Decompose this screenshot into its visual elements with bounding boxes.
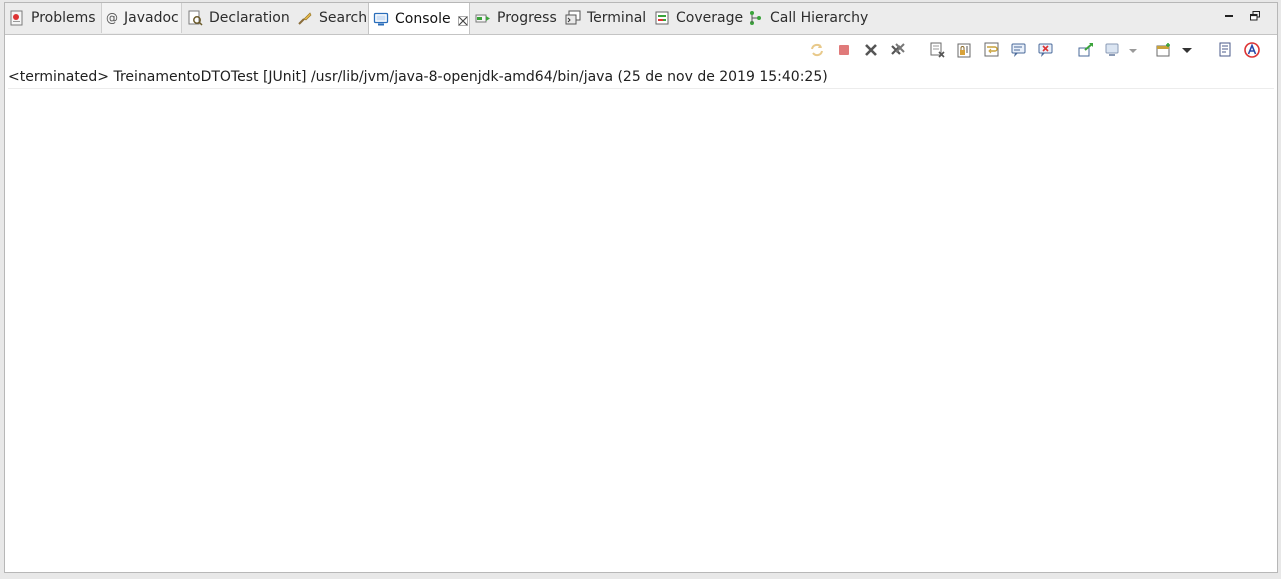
- chevron-down-icon[interactable]: [1181, 41, 1193, 59]
- show-on-stdout-icon[interactable]: [1010, 41, 1028, 59]
- relaunch-icon[interactable]: [808, 41, 826, 59]
- chevron-down-icon[interactable]: [1127, 41, 1139, 59]
- open-console-icon[interactable]: [1155, 41, 1173, 59]
- console-icon: [373, 11, 389, 27]
- pin-console-icon[interactable]: [1077, 41, 1095, 59]
- view-window-controls: [1223, 10, 1261, 22]
- progress-icon: [475, 10, 491, 26]
- view-tab-bar: Problems @ Javadoc Declaration Search Co…: [5, 3, 1277, 35]
- tab-label: Declaration: [209, 10, 290, 26]
- tab-progress[interactable]: Progress: [471, 3, 559, 33]
- call-hierarchy-icon: [748, 10, 764, 26]
- scroll-lock-icon[interactable]: [956, 41, 974, 59]
- tab-terminal[interactable]: Terminal: [561, 3, 651, 33]
- terminal-icon: [565, 10, 581, 26]
- minimize-icon[interactable]: [1223, 10, 1235, 22]
- terminate-icon[interactable]: [835, 41, 853, 59]
- close-icon[interactable]: [457, 14, 468, 26]
- assist-icon[interactable]: [1243, 41, 1261, 59]
- search-icon: [297, 10, 313, 26]
- display-selected-console-icon[interactable]: [1104, 41, 1122, 59]
- tab-label: Search: [319, 10, 368, 26]
- tab-coverage[interactable]: Coverage: [650, 3, 745, 33]
- console-toolbar: [5, 41, 1277, 63]
- javadoc-icon: @: [106, 11, 118, 25]
- coverage-icon: [654, 10, 670, 26]
- tab-label: Coverage: [676, 10, 744, 26]
- tab-label: Console: [395, 10, 451, 27]
- word-wrap-icon[interactable]: [983, 41, 1001, 59]
- show-on-stderr-icon[interactable]: [1037, 41, 1055, 59]
- tab-javadoc[interactable]: @ Javadoc: [101, 3, 182, 33]
- tab-label: Problems: [31, 10, 96, 26]
- console-view: Problems @ Javadoc Declaration Search Co…: [4, 2, 1278, 573]
- tab-console[interactable]: Console: [368, 3, 470, 34]
- tab-label: Call Hierarchy: [770, 10, 869, 26]
- tab-declaration[interactable]: Declaration: [183, 3, 293, 33]
- remove-all-terminated-icon[interactable]: [889, 41, 907, 59]
- tab-problems[interactable]: Problems: [5, 3, 101, 33]
- tab-call-hierarchy[interactable]: Call Hierarchy: [744, 3, 874, 33]
- tab-label: Terminal: [587, 10, 647, 26]
- console-view-menu-icon[interactable]: [1216, 41, 1234, 59]
- clear-console-icon[interactable]: [929, 41, 947, 59]
- declaration-icon: [187, 10, 203, 26]
- console-output-area[interactable]: [7, 89, 1275, 570]
- remove-launch-icon[interactable]: [862, 41, 880, 59]
- problems-icon: [9, 10, 25, 26]
- tab-label: Progress: [497, 10, 557, 26]
- tab-search[interactable]: Search: [293, 3, 369, 33]
- tab-label: Javadoc: [124, 10, 179, 26]
- process-status-line: <terminated> TreinamentoDTOTest [JUnit] …: [8, 66, 1274, 89]
- maximize-icon[interactable]: [1249, 10, 1261, 22]
